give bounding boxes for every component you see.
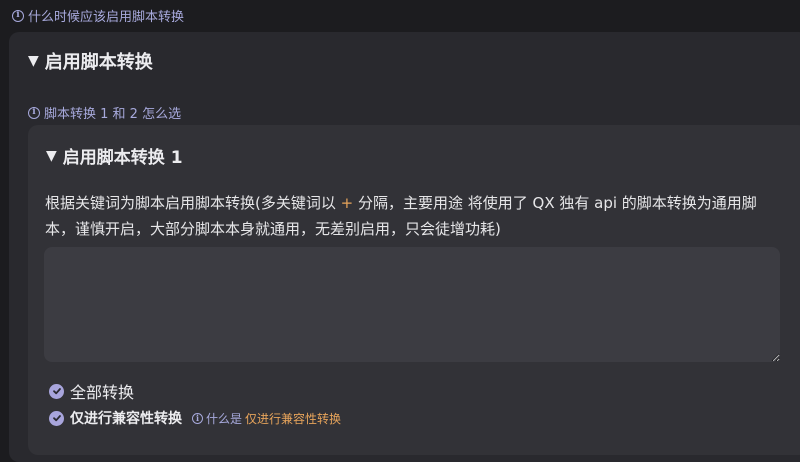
help-question-text: 什么是	[206, 411, 243, 426]
section-toggle[interactable]: ▼ 启用脚本转换	[28, 48, 153, 74]
description-text: 根据关键词为脚本启用脚本转换(多关键词以 + 分隔，主要用途 将使用了 QX 独…	[45, 190, 780, 242]
help-link-text: 什么时候应该启用脚本转换	[28, 10, 185, 25]
option-label: 仅进行兼容性转换	[70, 411, 182, 427]
info-icon: i	[28, 106, 40, 119]
help-link-when-to-enable[interactable]: i 什么时候应该启用脚本转换	[12, 6, 184, 25]
subsection-toggle[interactable]: ▼ 启用脚本转换 1	[46, 143, 183, 169]
info-icon: i	[192, 412, 203, 424]
caret-down-icon: ▼	[46, 147, 57, 164]
info-icon: i	[12, 9, 24, 22]
checkbox-checked-icon[interactable]	[49, 383, 64, 399]
keywords-textarea[interactable]	[44, 247, 780, 362]
option-compat-only[interactable]: 仅进行兼容性转换 i 什么是 仅进行兼容性转换	[49, 408, 341, 428]
checkbox-checked-icon[interactable]	[49, 410, 64, 426]
plus-symbol: +	[340, 194, 354, 212]
caret-down-icon: ▼	[28, 53, 39, 69]
subsection-title: 启用脚本转换 1	[62, 148, 183, 168]
help-link-text: 脚本转换 1 和 2 怎么选	[44, 107, 182, 122]
help-link-how-to-choose[interactable]: i 脚本转换 1 和 2 怎么选	[28, 103, 181, 122]
section-title: 启用脚本转换	[44, 52, 153, 73]
description-part-1: 根据关键词为脚本启用脚本转换(多关键词以	[45, 194, 336, 212]
help-link-label: 仅进行兼容性转换	[245, 411, 342, 426]
option-convert-all[interactable]: 全部转换	[49, 379, 134, 403]
option-label: 全部转换	[70, 383, 135, 402]
help-link-compat[interactable]: i 什么是 仅进行兼容性转换	[192, 410, 341, 427]
